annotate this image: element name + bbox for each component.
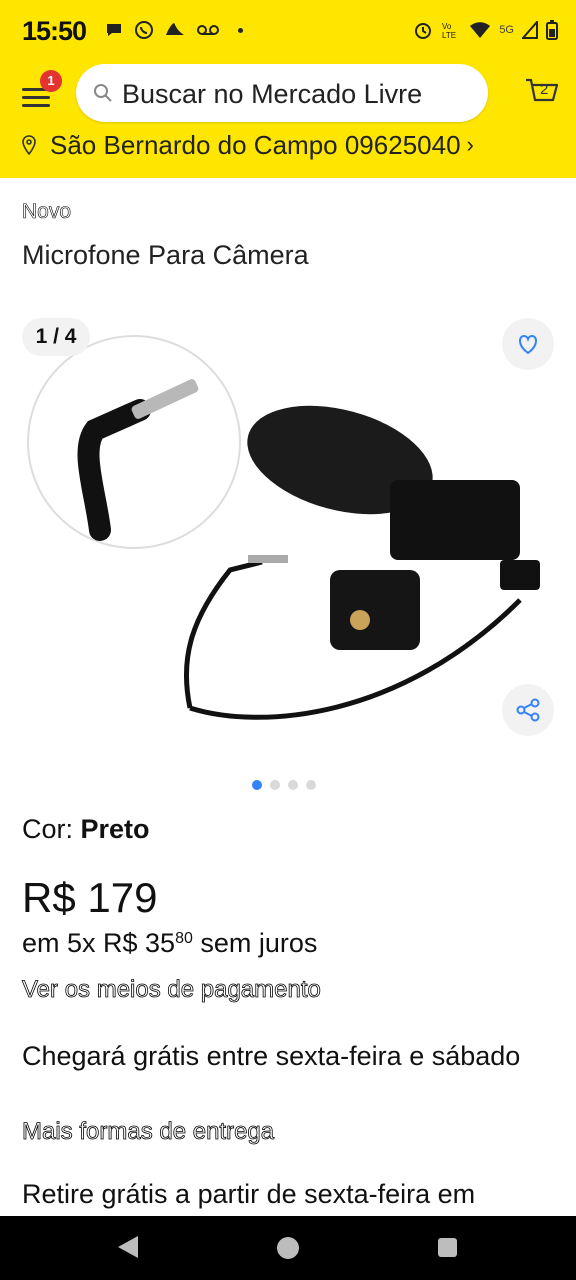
gallery-dot[interactable] [270,780,280,790]
heart-icon [519,334,537,355]
notification-badge: 1 [40,70,62,92]
location-pin-icon [22,135,36,155]
notification-icons [104,20,243,40]
status-time: 15:50 [22,16,87,46]
gallery-counter: 1 / 4 [22,318,90,356]
gallery-dot[interactable] [306,780,316,790]
search-input[interactable] [120,72,474,116]
payment-methods-link[interactable]: Ver os meios de pagamento [22,976,322,1004]
pickup-info: Retire grátis a partir de sexta-feira em [22,1179,476,1209]
search-bar[interactable] [76,64,488,122]
installments-cents: 80 [175,930,193,947]
delivery-info: Chegará grátis entre sexta-feira e sábad… [22,1041,521,1071]
svg-text:LTE: LTE [442,31,456,40]
delivery-location[interactable]: São Bernardo do Campo 09625040 › [22,128,474,162]
wifi-icon [470,22,491,38]
favorite-button[interactable] [502,318,554,370]
svg-text:Vo: Vo [442,22,452,31]
location-label: São Bernardo do Campo 09625040 [50,129,461,160]
system-icons: Vo LTE 5G [413,20,558,40]
system-nav-bar [0,1216,576,1280]
volte-icon: VoLTE [442,22,456,40]
search-icon [94,84,112,102]
cart-icon: 2 [526,78,559,102]
whatsapp-icon [135,21,153,39]
price: R$ 179 [22,874,158,921]
more-notifications-dot [238,27,243,33]
home-icon[interactable] [277,1237,299,1259]
color-selection: Cor: Preto [22,814,150,845]
chat-icon [107,24,121,36]
chevron-right-icon: › [466,132,474,157]
color-value: Preto [80,814,150,844]
cloud-icon [166,23,184,35]
battery-icon [546,20,558,40]
cart-button[interactable]: 2 [524,74,560,110]
recent-apps-icon[interactable] [438,1238,457,1257]
share-button[interactable] [502,684,554,736]
gallery-dot[interactable] [252,780,262,790]
back-icon[interactable] [118,1236,138,1258]
network-type-label: 5G [499,24,514,36]
app-header: 15:50 VoLTE 5G 1 2 [0,0,576,178]
delivery-options-link[interactable]: Mais formas de entrega [22,1118,275,1146]
color-label: Cor: [22,814,81,844]
gallery-dot[interactable] [288,780,298,790]
voicemail-icon [197,25,219,35]
condition-label: Novo [22,200,72,224]
gallery-pagination[interactable] [252,780,316,790]
installments-prefix: em 5x R$ 35 [22,928,176,958]
status-bar: 15:50 Vo LTE 5G [0,0,576,64]
installments-suffix: sem juros [192,928,318,958]
installments: em 5x R$ 3580 sem juros [22,928,317,959]
product-gallery[interactable]: 1 / 4 [0,300,576,770]
product-title: Microfone Para Câmera [22,240,309,270]
alarm-icon [415,23,432,39]
signal-icon [522,21,538,39]
cart-count: 2 [540,81,548,98]
product-image[interactable] [0,300,576,770]
share-icon [516,698,540,722]
